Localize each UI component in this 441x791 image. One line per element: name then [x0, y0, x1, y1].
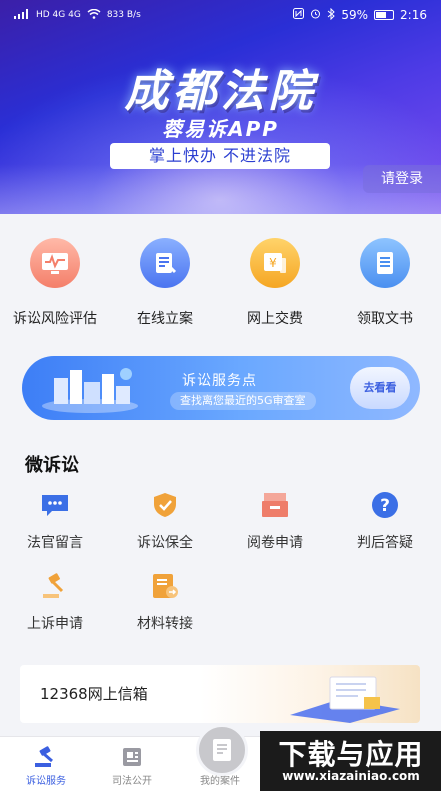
app-screen: 成都法院 蓉易诉APP 掌上快办 不进法院 请登录 HD 4G 4G 833 B… [0, 0, 441, 791]
battery-icon [374, 10, 395, 20]
status-bar: HD 4G 4G 833 B/s 59% 2:16 [0, 0, 441, 30]
banner-title: 成都法院 [124, 66, 317, 117]
grid-item-judge-message[interactable]: 法官留言 [0, 490, 110, 552]
status-left: HD 4G 4G 833 B/s [14, 8, 141, 22]
grid-label: 材料转接 [137, 616, 193, 632]
grid-item-post-judgment-qa[interactable]: ? 判后答疑 [330, 490, 440, 552]
speed-text: 833 B/s [106, 10, 141, 20]
grid-item-file-review[interactable]: 阅卷申请 [220, 490, 330, 552]
city-illustration-icon [42, 368, 138, 413]
section-title: 微诉讼 [25, 455, 79, 476]
tab-label: 司法公开 [112, 776, 152, 787]
material-transfer-icon [148, 571, 182, 601]
document-icon [360, 238, 410, 288]
online-filing-icon [140, 238, 190, 288]
grid-label: 法官留言 [27, 535, 83, 551]
nfc-icon [293, 8, 305, 22]
shield-check-icon [148, 490, 182, 520]
network-text: HD 4G 4G [36, 10, 81, 20]
svg-text:¥: ¥ [269, 256, 277, 270]
quick-label: 网上交费 [247, 311, 303, 327]
status-right: 59% 2:16 [293, 7, 427, 23]
tab-litigation-service[interactable]: 诉讼服务 [6, 737, 86, 787]
alarm-icon [310, 8, 321, 22]
message-icon [38, 490, 72, 520]
go-see-button[interactable]: 去看看 [350, 367, 410, 409]
case-file-icon [258, 490, 292, 520]
grid-label: 上诉申请 [27, 616, 83, 632]
quick-item-risk[interactable]: 诉讼风险评估 [0, 238, 110, 338]
login-button[interactable]: 请登录 [363, 165, 441, 193]
mailbox-label: 12368网上信箱 [40, 685, 148, 703]
question-icon: ? [368, 490, 402, 520]
signal-icon [14, 8, 30, 22]
grid-label: 阅卷申请 [247, 535, 303, 551]
quick-item-document[interactable]: 领取文书 [330, 238, 440, 338]
banner-slogan: 掌上快办 不进法院 [110, 143, 330, 169]
service-subtitle: 查找离您最近的5G审查室 [170, 392, 316, 410]
clock: 2:16 [400, 8, 427, 22]
grid-item-preservation[interactable]: 诉讼保全 [110, 490, 220, 552]
grid-label: 诉讼保全 [137, 535, 193, 551]
wifi-icon [87, 8, 101, 22]
quick-label: 领取文书 [357, 311, 413, 327]
service-point-card[interactable]: 诉讼服务点 查找离您最近的5G审查室 去看看 [22, 356, 420, 420]
watermark-url: www.xiazainiao.com [282, 769, 420, 783]
service-title: 诉讼服务点 [182, 373, 257, 389]
my-cases-button[interactable] [196, 724, 248, 776]
watermark: 下载与应用 www.xiazainiao.com [260, 731, 441, 791]
news-icon [118, 745, 146, 769]
bluetooth-icon [327, 7, 336, 23]
watermark-text: 下载与应用 [278, 738, 424, 771]
grid-label: 判后答疑 [357, 535, 413, 551]
quick-item-payment[interactable]: ¥ 网上交费 [220, 238, 330, 338]
quick-actions: 诉讼风险评估 在线立案 ¥ 网上交费 领取文书 [0, 238, 441, 338]
gavel-icon [32, 745, 60, 769]
gavel-icon [38, 571, 72, 601]
quick-label: 在线立案 [137, 311, 193, 327]
tab-judicial-disclosure[interactable]: 司法公开 [92, 737, 172, 787]
risk-assessment-icon [30, 238, 80, 288]
svg-text:?: ? [380, 496, 390, 516]
grid-item-appeal[interactable]: 上诉申请 [0, 571, 110, 633]
quick-label: 诉讼风险评估 [13, 311, 97, 327]
battery-percent: 59% [341, 8, 369, 22]
mailbox-banner[interactable]: 12368网上信箱 [20, 665, 420, 723]
payment-icon: ¥ [250, 238, 300, 288]
banner[interactable]: 成都法院 蓉易诉APP 掌上快办 不进法院 请登录 [0, 0, 441, 214]
mail-illustration-icon [290, 676, 400, 723]
grid-item-material-transfer[interactable]: 材料转接 [110, 571, 220, 633]
case-folder-icon [213, 739, 231, 761]
quick-item-filing[interactable]: 在线立案 [110, 238, 220, 338]
banner-subtitle: 蓉易诉APP [162, 117, 279, 141]
tab-label: 诉讼服务 [26, 776, 66, 787]
